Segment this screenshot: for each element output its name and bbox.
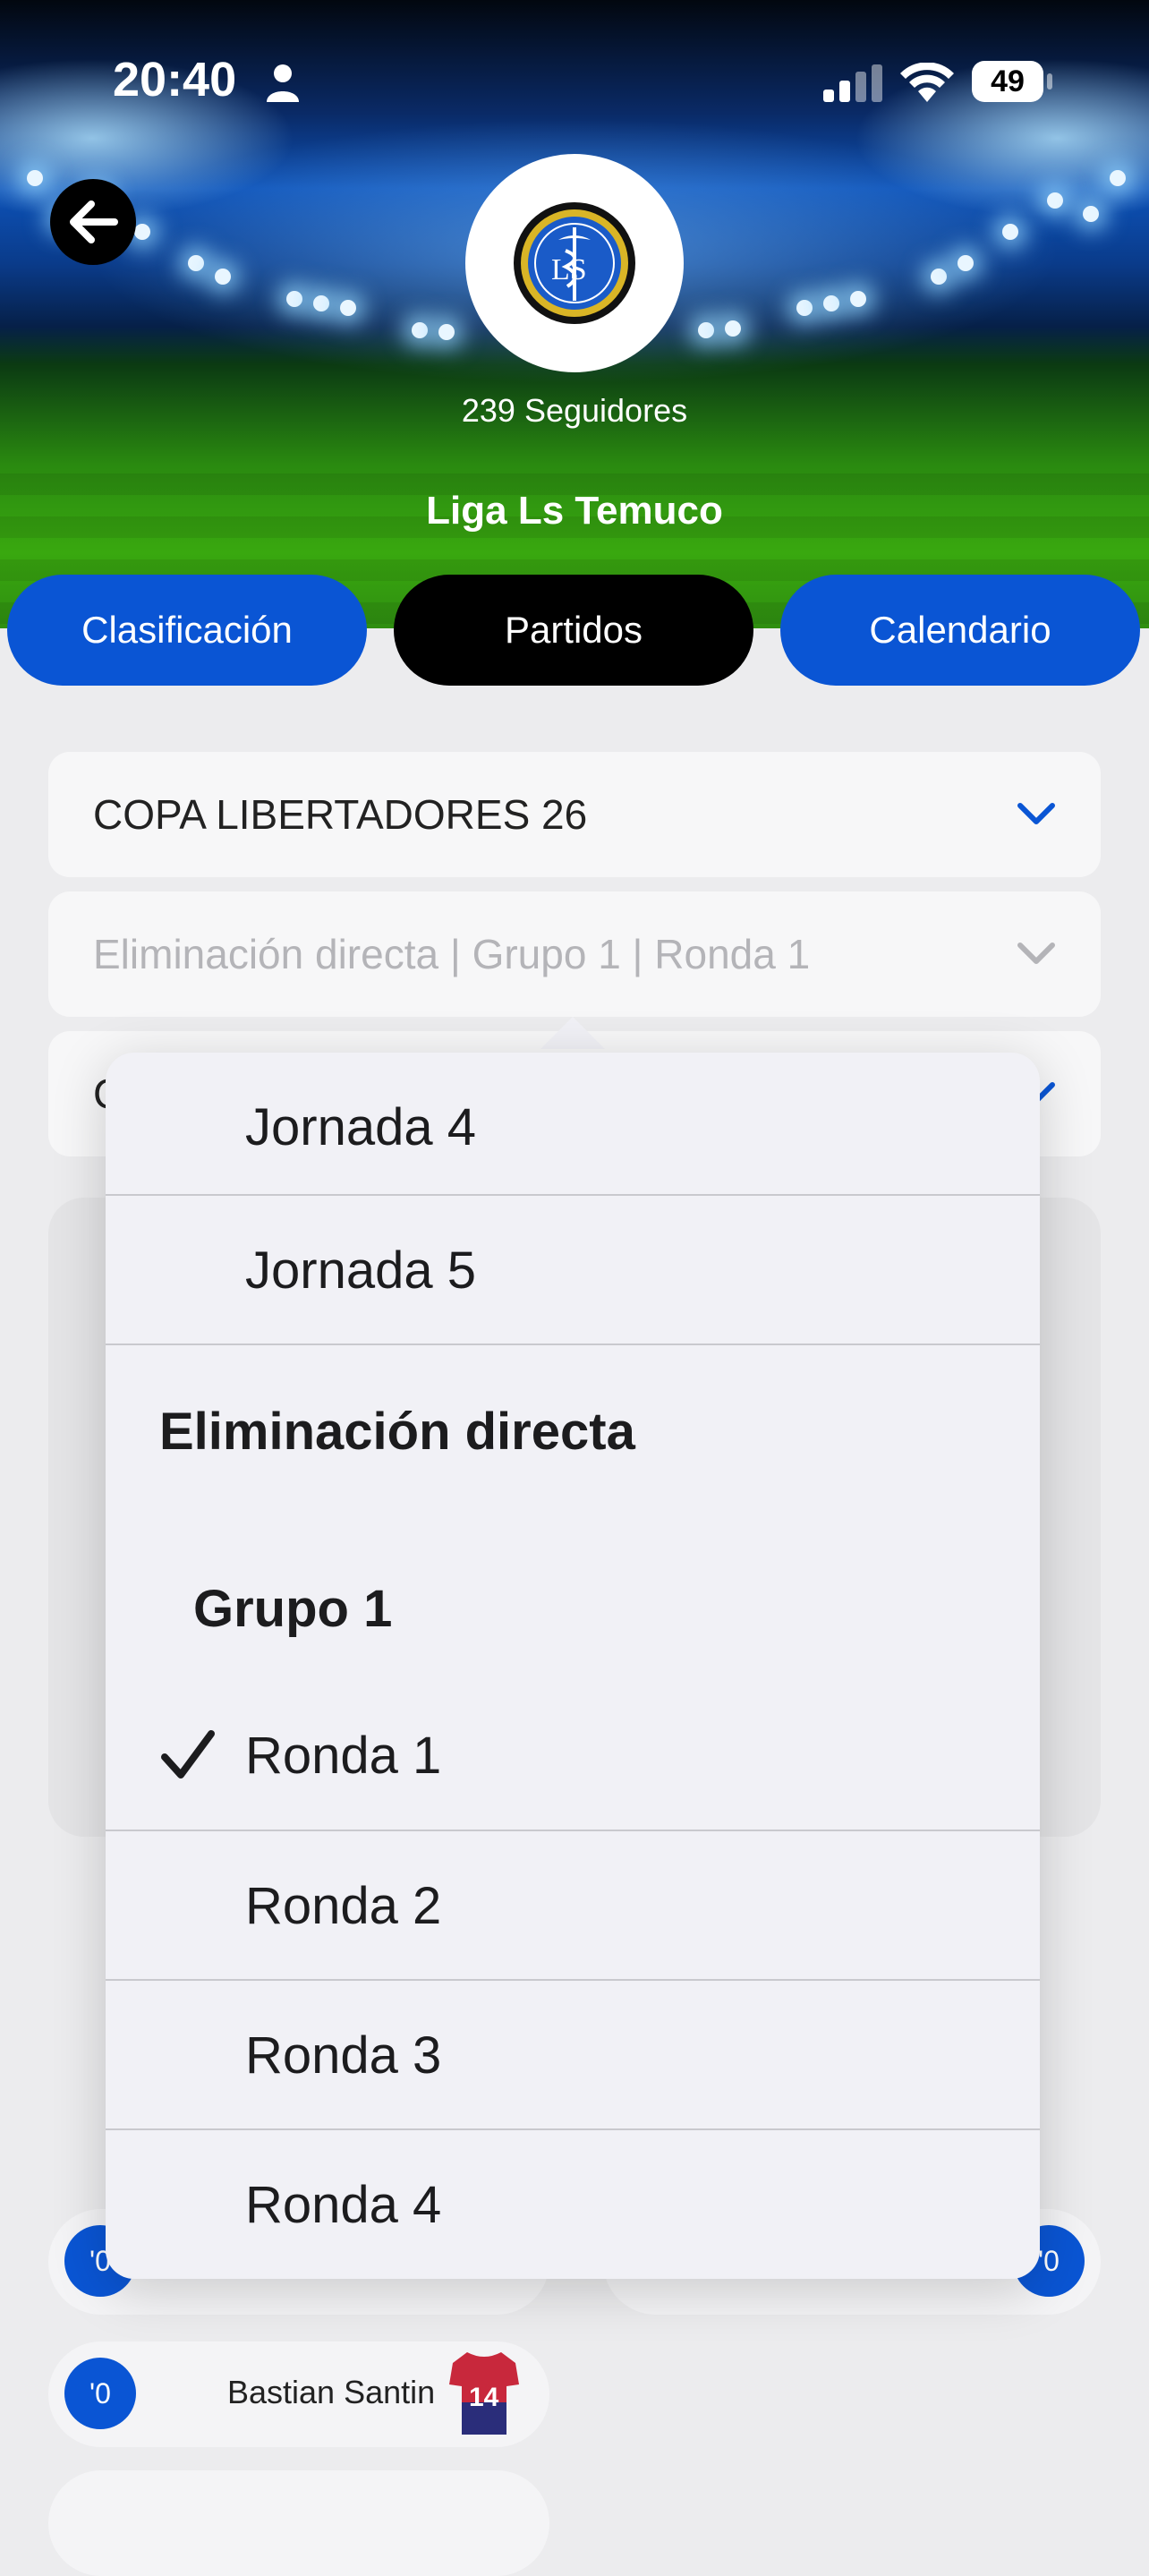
tab-label: Partidos (504, 609, 643, 651)
person-icon (267, 64, 299, 102)
competition-value: COPA LIBERTADORES 26 (93, 791, 588, 838)
status-time: 20:40 (113, 53, 237, 107)
menu-item-ronda-3[interactable]: Ronda 3 (106, 1981, 1040, 2129)
divider (106, 1343, 1040, 1345)
minute-badge: '0 (64, 2358, 136, 2429)
tab-label: Clasificación (81, 609, 293, 651)
menu-item-ronda-1[interactable]: Ronda 1 (106, 1681, 1040, 1830)
chevron-down-icon (1017, 943, 1055, 964)
signal-icon (823, 64, 882, 102)
menu-item-label: Jornada 4 (245, 1097, 476, 1156)
menu-item-label: Ronda 3 (245, 2026, 442, 2085)
menu-item-label: Ronda 1 (245, 1726, 442, 1785)
back-button[interactable] (50, 179, 136, 265)
menu-item-label: Jornada 5 (245, 1241, 476, 1300)
group-heading: Grupo 1 (193, 1580, 393, 1638)
battery-tip (1047, 73, 1052, 90)
menu-item-jornada-5[interactable]: Jornada 5 (106, 1196, 1040, 1344)
shirt-icon: 14 (449, 2352, 519, 2435)
menu-item-ronda-4[interactable]: Ronda 4 (106, 2130, 1040, 2279)
menu-item-label: Ronda 4 (245, 2175, 442, 2234)
arrow-left-icon (70, 200, 118, 243)
league-emblem: LS (514, 202, 635, 324)
menu-item-label: Ronda 2 (245, 1876, 442, 1935)
section-heading: Eliminación directa (159, 1403, 635, 1461)
status-bar: 20:40 49 (0, 0, 1149, 161)
menu-pointer (540, 1017, 605, 1049)
wifi-icon (900, 63, 954, 102)
phase-select[interactable]: Eliminación directa | Grupo 1 | Ronda 1 (48, 891, 1101, 1017)
followers-count: 239 Seguidores (461, 392, 688, 429)
phase-dropdown-menu: Jornada 4 Jornada 5 Eliminación directa … (106, 1053, 1040, 2279)
menu-item-jornada-4[interactable]: Jornada 4 (106, 1053, 1040, 1201)
league-title: Liga Ls Temuco (426, 489, 723, 533)
league-logo: LS (465, 154, 684, 372)
chevron-down-icon (1017, 803, 1055, 824)
menu-item-ronda-2[interactable]: Ronda 2 (106, 1831, 1040, 1980)
tab-calendario[interactable]: Calendario (780, 575, 1140, 686)
tab-clasificacion[interactable]: Clasificación (7, 575, 367, 686)
tab-partidos[interactable]: Partidos (394, 575, 753, 686)
svg-text:14: 14 (469, 2383, 499, 2412)
battery-level: 49 (991, 64, 1025, 98)
phase-value: Eliminación directa | Grupo 1 | Ronda 1 (93, 931, 811, 977)
player-name: Bastian Santin (227, 2374, 436, 2410)
checkmark-icon (161, 1730, 215, 1778)
competition-select[interactable]: COPA LIBERTADORES 26 (48, 752, 1101, 877)
battery-icon: 49 (972, 61, 1043, 102)
tab-label: Calendario (869, 609, 1051, 651)
svg-text:LS: LS (551, 253, 587, 286)
